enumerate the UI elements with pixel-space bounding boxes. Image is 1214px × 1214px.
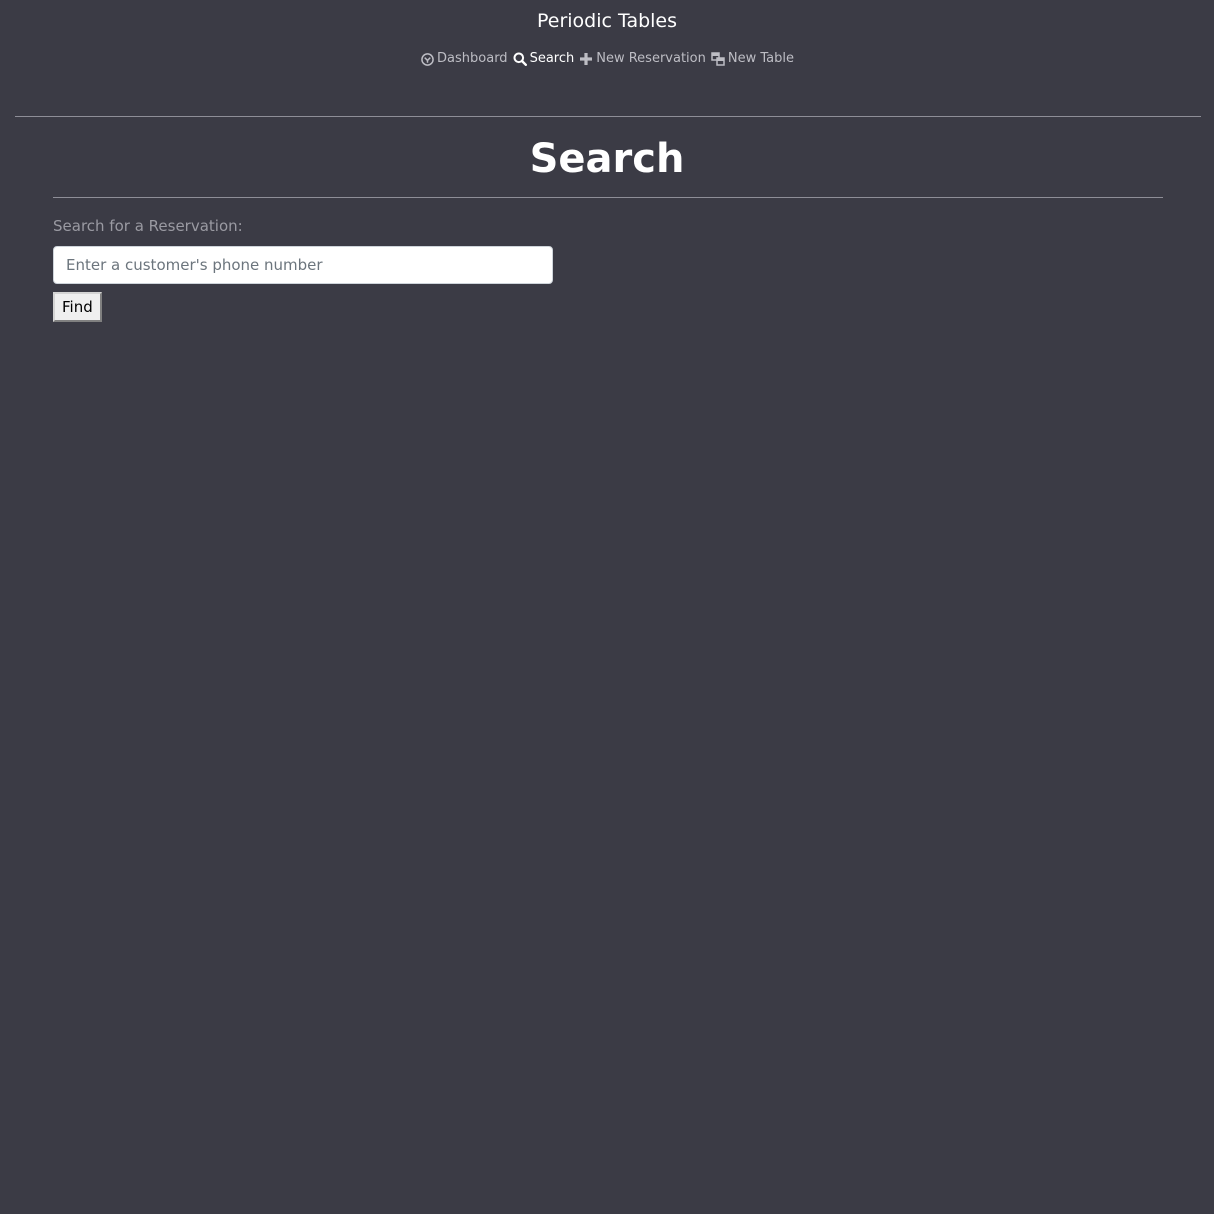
nav-item-search[interactable]: Search [513, 50, 575, 68]
phone-search-input[interactable] [53, 246, 553, 284]
nav-item-label: New Reservation [596, 51, 706, 66]
nav-item-label: New Table [727, 51, 794, 66]
title-divider [53, 197, 1163, 198]
nav-item-new-table[interactable]: New Table [711, 50, 794, 68]
page-title: Search [529, 136, 685, 182]
app-title: Periodic Tables [536, 10, 678, 32]
table-icon [711, 52, 725, 66]
search-label: Search for a Reservation: [53, 217, 243, 235]
find-button[interactable]: Find [53, 292, 102, 322]
header-divider [15, 116, 1201, 117]
search-icon [513, 52, 527, 66]
plus-icon [579, 52, 593, 66]
dashboard-icon [420, 52, 434, 66]
main-nav: Dashboard Search New Reservation New Tab… [0, 50, 1214, 68]
nav-item-new-reservation[interactable]: New Reservation [579, 50, 706, 68]
nav-item-label: Search [529, 51, 575, 66]
nav-item-dashboard[interactable]: Dashboard [420, 50, 508, 68]
nav-item-label: Dashboard [437, 51, 508, 66]
